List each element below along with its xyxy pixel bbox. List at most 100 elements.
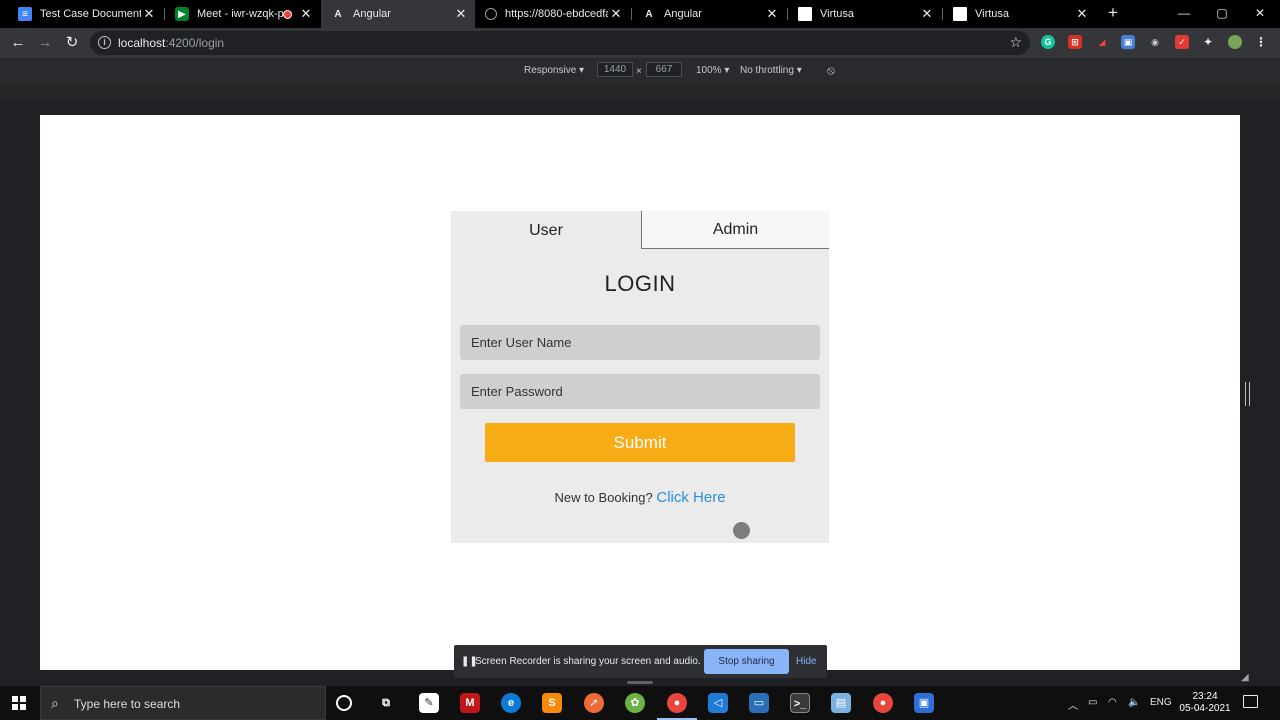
chrome-icon-2[interactable]: ●	[873, 693, 893, 713]
pdf-extension-icon[interactable]: ◢	[1095, 35, 1109, 49]
grammarly-icon[interactable]: G	[1041, 35, 1055, 49]
close-icon[interactable]: ✕	[298, 6, 314, 22]
tab-virtusa[interactable]: Virtusa ✕	[788, 0, 941, 28]
virtusa-icon	[953, 7, 967, 21]
drag-grip[interactable]	[627, 681, 653, 684]
back-button[interactable]: ←	[9, 34, 27, 52]
battery-icon[interactable]: ▭	[1088, 697, 1097, 708]
tab-virtusa-2[interactable]: Virtusa ✕	[943, 0, 1096, 28]
pc-icon[interactable]: ▭	[749, 693, 769, 713]
recording-icon	[283, 9, 292, 19]
edge-icon[interactable]: e	[501, 693, 521, 713]
url-host: localhost	[118, 36, 166, 50]
extensions-puzzle-icon[interactable]: ✦	[1201, 35, 1215, 49]
mcafee-icon[interactable]: M	[460, 693, 480, 713]
submit-button[interactable]: Submit	[485, 423, 795, 462]
address-bar[interactable]: i localhost:4200/login ☆	[90, 31, 1030, 55]
tab-meet[interactable]: ▶ Meet - iwr-wzqk-p ✕	[165, 0, 320, 28]
taskbar-clock[interactable]: 23:24 05-04-2021	[1178, 691, 1232, 715]
chevron-up-icon[interactable]: ︿	[1068, 697, 1078, 712]
search-icon: ⌕	[51, 695, 59, 711]
screen-recorder-icon[interactable]: ▣	[1121, 35, 1135, 49]
resize-handle-right[interactable]	[1245, 382, 1250, 406]
tab-admin[interactable]: Admin	[641, 211, 829, 249]
close-icon[interactable]: ✕	[919, 6, 935, 22]
tab-title: Angular	[353, 8, 391, 20]
clock-date: 05-04-2021	[1179, 703, 1231, 714]
mouse-cursor-indicator	[733, 522, 750, 539]
device-select[interactable]: Responsive ▾	[524, 65, 584, 76]
viewport-width-input[interactable]: 1440	[597, 62, 633, 77]
taskbar: ⌕ Type here to search ⧉ ✎ M e S ➚ ✿ ● ◁ …	[0, 686, 1280, 720]
virtusa-icon	[798, 7, 812, 21]
window-close-button[interactable]: ✕	[1250, 4, 1270, 22]
info-icon[interactable]: i	[98, 36, 111, 49]
throttling-select[interactable]: No throttling ▾	[740, 65, 802, 76]
forward-button[interactable]: →	[36, 34, 54, 52]
dimension-separator: ×	[636, 66, 642, 77]
language-indicator[interactable]: ENG	[1150, 697, 1172, 708]
url-text[interactable]: localhost:4200/login	[118, 36, 224, 50]
tab-8080[interactable]: https://8080-ebdcedfa ✕	[475, 0, 630, 28]
menu-kebab-icon[interactable]: ⋮	[1254, 35, 1268, 49]
terminal-icon[interactable]: >_	[790, 693, 810, 713]
chrome-icon[interactable]: ●	[667, 693, 687, 713]
rotate-icon[interactable]: ⦸	[827, 63, 835, 78]
tab-angular[interactable]: A Angular ✕	[632, 0, 786, 28]
zoom-select[interactable]: 100% ▾	[696, 65, 729, 76]
tab-title: Meet - iwr-wzqk-p	[197, 8, 283, 20]
username-input[interactable]: Enter User Name	[460, 325, 820, 360]
bookmark-star-icon[interactable]: ☆	[1009, 34, 1022, 51]
vscode-icon[interactable]: ◁	[708, 693, 728, 713]
tab-test-case-document[interactable]: ≡ Test Case Document - ( ✕	[8, 0, 163, 28]
recorder-app-icon[interactable]: ▣	[914, 693, 934, 713]
signup-prompt-text: New to Booking?	[554, 490, 653, 505]
notification-icon[interactable]	[1243, 695, 1258, 708]
windows-start-icon[interactable]	[12, 696, 26, 710]
password-input[interactable]: Enter Password	[460, 374, 820, 409]
cortana-icon[interactable]	[336, 695, 352, 711]
maximize-button[interactable]: ▢	[1212, 4, 1232, 22]
tab-title: https://8080-ebdcedfa	[505, 8, 608, 20]
close-icon[interactable]: ✕	[1074, 6, 1090, 22]
file-icon[interactable]: ✎	[419, 693, 439, 713]
network-icon[interactable]: ◠	[1108, 697, 1117, 708]
docs-icon: ≡	[18, 7, 32, 21]
resize-corner-icon[interactable]: ◢	[1241, 672, 1253, 684]
browser-tab-bar: ≡ Test Case Document - ( ✕ ▶ Meet - iwr-…	[0, 0, 1280, 28]
signup-link[interactable]: Click Here	[656, 489, 725, 506]
pocket-icon[interactable]: ✓	[1175, 35, 1189, 49]
tab-title: Virtusa	[975, 8, 1010, 20]
login-card: User Admin LOGIN Enter User Name Enter P…	[451, 211, 829, 543]
camera-icon[interactable]: ◉	[1148, 35, 1162, 49]
screen-share-bar: ❚❚ Screen Recorder is sharing your scree…	[454, 645, 827, 678]
sublime-icon[interactable]: S	[542, 693, 562, 713]
tab-title: Virtusa	[820, 8, 855, 20]
new-tab-button[interactable]: +	[1104, 4, 1122, 22]
angular-icon: A	[334, 8, 342, 20]
profile-avatar[interactable]	[1228, 35, 1242, 49]
tab-user[interactable]: User	[451, 211, 641, 249]
globe-icon	[485, 8, 497, 20]
task-view-icon[interactable]: ⧉	[376, 693, 396, 713]
close-icon[interactable]: ✕	[453, 6, 469, 22]
close-icon[interactable]: ✕	[141, 6, 157, 22]
viewport-height-input[interactable]: 667	[646, 62, 682, 77]
minimize-button[interactable]: —	[1174, 4, 1194, 22]
sharing-message: Screen Recorder is sharing your screen a…	[475, 656, 701, 667]
volume-icon[interactable]: 🔈	[1128, 697, 1140, 708]
devtools-device-toolbar: Responsive ▾ 1440 × 667 100% ▾ No thrott…	[0, 58, 1280, 83]
close-icon[interactable]: ✕	[608, 6, 624, 22]
taskbar-search[interactable]: ⌕ Type here to search	[40, 686, 326, 720]
reload-button[interactable]: ↻	[63, 34, 81, 52]
stop-sharing-button[interactable]: Stop sharing	[704, 649, 789, 674]
extension-badge-icon[interactable]: ⊞	[1068, 35, 1082, 49]
hide-button[interactable]: Hide	[796, 656, 817, 667]
notes-icon[interactable]: ▤	[831, 693, 851, 713]
close-icon[interactable]: ✕	[764, 6, 780, 22]
postman-icon[interactable]: ➚	[584, 693, 604, 713]
url-path: :4200/login	[165, 36, 225, 50]
spring-icon[interactable]: ✿	[625, 693, 645, 713]
tab-angular-active[interactable]: A Angular ✕	[321, 0, 475, 28]
tab-title: Angular	[664, 8, 702, 20]
